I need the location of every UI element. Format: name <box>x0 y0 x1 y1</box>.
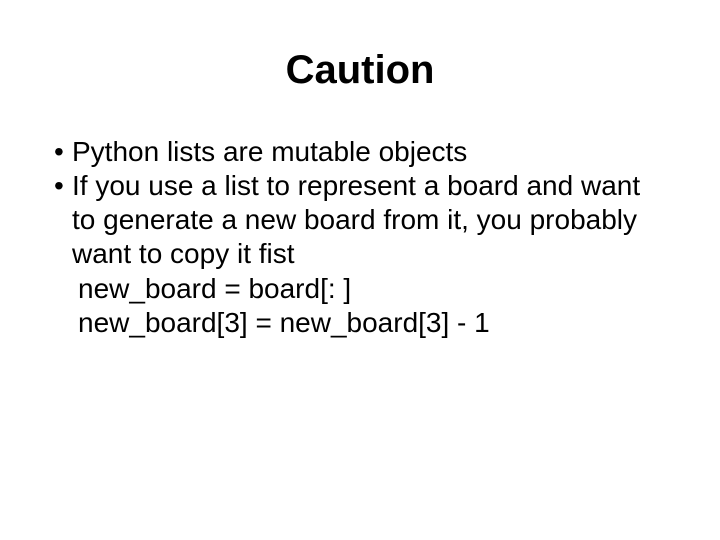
bullet-item: • If you use a list to represent a board… <box>54 169 666 271</box>
bullet-icon: • <box>54 135 72 169</box>
slide-title: Caution <box>54 48 666 93</box>
bullet-item: • Python lists are mutable objects <box>54 135 666 169</box>
bullet-text: If you use a list to represent a board a… <box>72 169 666 271</box>
code-line: new_board = board[: ] <box>78 272 666 306</box>
bullet-icon: • <box>54 169 72 271</box>
slide-body: • Python lists are mutable objects • If … <box>54 135 666 340</box>
bullet-text: Python lists are mutable objects <box>72 135 666 169</box>
code-line: new_board[3] = new_board[3] - 1 <box>78 306 666 340</box>
slide: Caution • Python lists are mutable objec… <box>0 0 720 540</box>
